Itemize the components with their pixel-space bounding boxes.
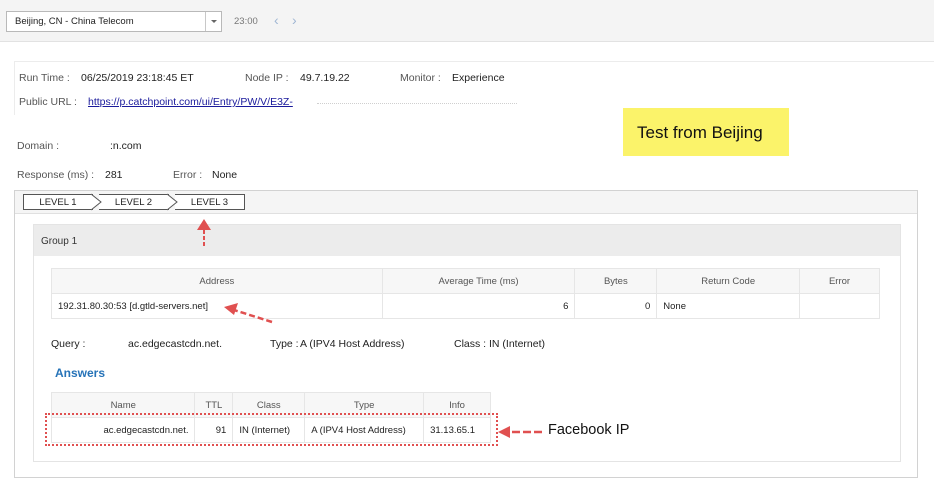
facebook-ip-annotation: Facebook IP bbox=[548, 422, 630, 438]
left-arrow-icon bbox=[224, 303, 273, 324]
up-arrow-icon bbox=[197, 219, 211, 246]
left-arrow-icon bbox=[498, 426, 542, 438]
annotation-arrows bbox=[197, 219, 542, 438]
